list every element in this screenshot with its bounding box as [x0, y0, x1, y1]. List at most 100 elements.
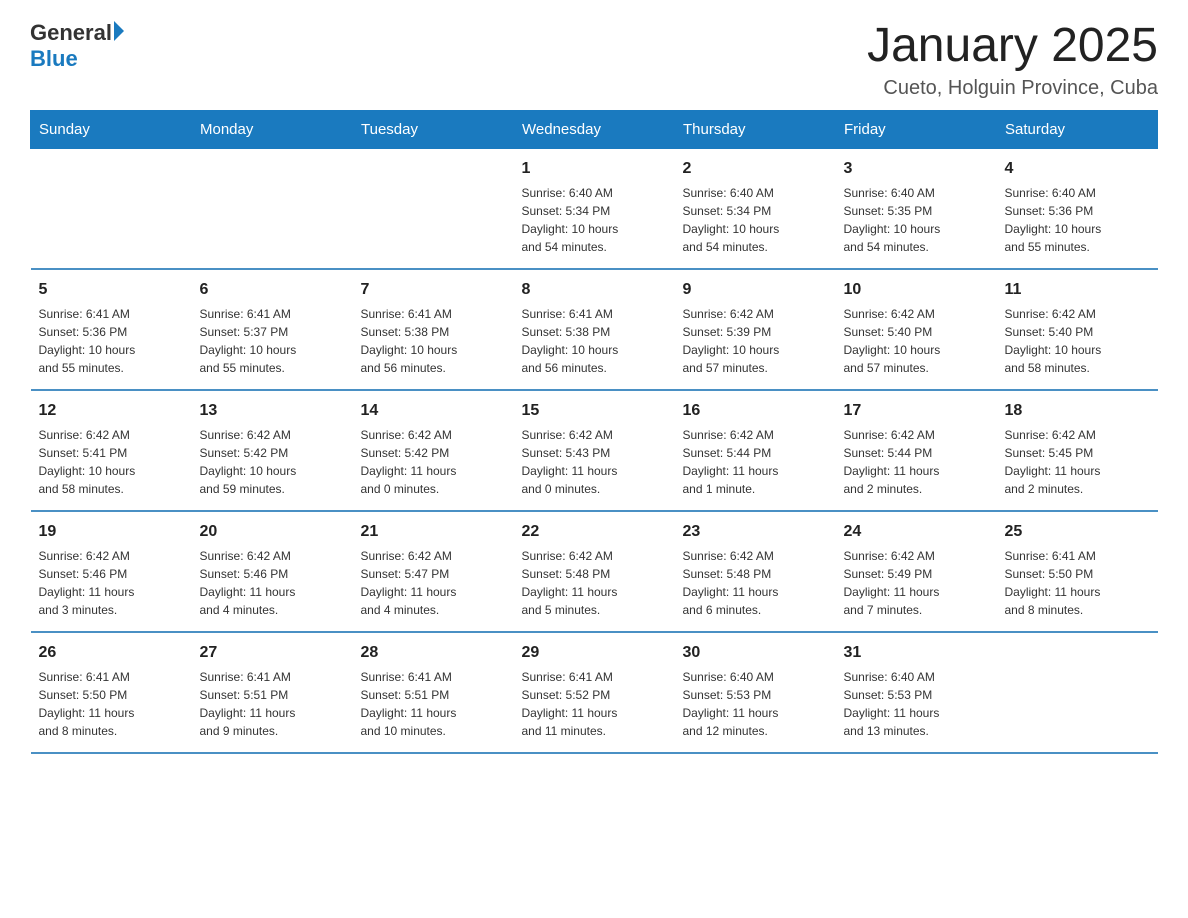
- calendar-day-cell: 19 Sunrise: 6:42 AM Sunset: 5:46 PM Dayli…: [31, 511, 192, 632]
- calendar-table: SundayMondayTuesdayWednesdayThursdayFrid…: [30, 110, 1158, 754]
- day-number: 18: [1005, 399, 1150, 423]
- calendar-day-cell: 31Sunrise: 6:40 AM Sunset: 5:53 PM Dayli…: [836, 632, 997, 753]
- day-info: Sunrise: 6:42 AM Sunset: 5:39 PM Dayligh…: [683, 305, 828, 377]
- day-number: 12: [39, 399, 184, 423]
- calendar-day-cell: 11Sunrise: 6:42 AM Sunset: 5:40 PM Dayli…: [997, 269, 1158, 390]
- calendar-body: 1 Sunrise: 6:40 AM Sunset: 5:34 PM Daylig…: [31, 148, 1158, 753]
- calendar-day-cell: 4 Sunrise: 6:40 AM Sunset: 5:36 PM Daylig…: [997, 148, 1158, 269]
- day-number: 16: [683, 399, 828, 423]
- day-number: 30: [683, 641, 828, 665]
- calendar-day-cell: 28 Sunrise: 6:41 AM Sunset: 5:51 PM Dayli…: [353, 632, 514, 753]
- day-number: 15: [522, 399, 667, 423]
- day-number: 23: [683, 520, 828, 544]
- day-info: Sunrise: 6:42 AM Sunset: 5:41 PM Dayligh…: [39, 426, 184, 498]
- day-number: 5: [39, 278, 184, 302]
- day-of-week-header: Thursday: [675, 110, 836, 148]
- day-number: 19: [39, 520, 184, 544]
- day-number: 2: [683, 157, 828, 181]
- calendar-day-cell: 17 Sunrise: 6:42 AM Sunset: 5:44 PM Dayli…: [836, 390, 997, 511]
- day-info: Sunrise: 6:42 AM Sunset: 5:42 PM Dayligh…: [200, 426, 345, 498]
- calendar-day-cell: [997, 632, 1158, 753]
- calendar-day-cell: 24Sunrise: 6:42 AM Sunset: 5:49 PM Dayli…: [836, 511, 997, 632]
- calendar-day-cell: 6Sunrise: 6:41 AM Sunset: 5:37 PM Daylig…: [192, 269, 353, 390]
- day-of-week-header: Wednesday: [514, 110, 675, 148]
- calendar-day-cell: [31, 148, 192, 269]
- day-info: Sunrise: 6:41 AM Sunset: 5:51 PM Dayligh…: [200, 668, 345, 740]
- calendar-day-cell: [192, 148, 353, 269]
- day-of-week-header: Monday: [192, 110, 353, 148]
- calendar-week-row: 1 Sunrise: 6:40 AM Sunset: 5:34 PM Daylig…: [31, 148, 1158, 269]
- calendar-day-cell: 22 Sunrise: 6:42 AM Sunset: 5:48 PM Dayli…: [514, 511, 675, 632]
- day-of-week-header: Tuesday: [353, 110, 514, 148]
- day-number: 17: [844, 399, 989, 423]
- day-info: Sunrise: 6:41 AM Sunset: 5:38 PM Dayligh…: [361, 305, 506, 377]
- day-info: Sunrise: 6:42 AM Sunset: 5:48 PM Dayligh…: [683, 547, 828, 619]
- page-title: January 2025: [867, 20, 1158, 73]
- calendar-day-cell: [353, 148, 514, 269]
- day-number: 11: [1005, 278, 1150, 302]
- day-number: 21: [361, 520, 506, 544]
- day-info: Sunrise: 6:42 AM Sunset: 5:42 PM Dayligh…: [361, 426, 506, 498]
- day-number: 9: [683, 278, 828, 302]
- day-info: Sunrise: 6:42 AM Sunset: 5:44 PM Dayligh…: [683, 426, 828, 498]
- calendar-day-cell: 14Sunrise: 6:42 AM Sunset: 5:42 PM Dayli…: [353, 390, 514, 511]
- day-info: Sunrise: 6:41 AM Sunset: 5:36 PM Dayligh…: [39, 305, 184, 377]
- calendar-day-cell: 26Sunrise: 6:41 AM Sunset: 5:50 PM Dayli…: [31, 632, 192, 753]
- day-info: Sunrise: 6:42 AM Sunset: 5:48 PM Dayligh…: [522, 547, 667, 619]
- days-of-week-row: SundayMondayTuesdayWednesdayThursdayFrid…: [31, 110, 1158, 148]
- day-info: Sunrise: 6:40 AM Sunset: 5:53 PM Dayligh…: [683, 668, 828, 740]
- day-number: 24: [844, 520, 989, 544]
- day-info: Sunrise: 6:42 AM Sunset: 5:44 PM Dayligh…: [844, 426, 989, 498]
- page-header: General Blue January 2025 Cueto, Holguin…: [30, 20, 1158, 100]
- day-info: Sunrise: 6:41 AM Sunset: 5:52 PM Dayligh…: [522, 668, 667, 740]
- day-number: 20: [200, 520, 345, 544]
- calendar-day-cell: 29 Sunrise: 6:41 AM Sunset: 5:52 PM Dayli…: [514, 632, 675, 753]
- day-number: 28: [361, 641, 506, 665]
- day-of-week-header: Friday: [836, 110, 997, 148]
- day-number: 7: [361, 278, 506, 302]
- calendar-day-cell: 23 Sunrise: 6:42 AM Sunset: 5:48 PM Dayli…: [675, 511, 836, 632]
- day-number: 25: [1005, 520, 1150, 544]
- day-number: 8: [522, 278, 667, 302]
- logo-blue-text: Blue: [30, 46, 78, 71]
- calendar-day-cell: 25 Sunrise: 6:41 AM Sunset: 5:50 PM Dayli…: [997, 511, 1158, 632]
- day-of-week-header: Saturday: [997, 110, 1158, 148]
- day-of-week-header: Sunday: [31, 110, 192, 148]
- day-number: 13: [200, 399, 345, 423]
- day-info: Sunrise: 6:41 AM Sunset: 5:51 PM Dayligh…: [361, 668, 506, 740]
- calendar-week-row: 5 Sunrise: 6:41 AM Sunset: 5:36 PM Daylig…: [31, 269, 1158, 390]
- day-info: Sunrise: 6:40 AM Sunset: 5:35 PM Dayligh…: [844, 184, 989, 256]
- day-number: 6: [200, 278, 345, 302]
- day-info: Sunrise: 6:40 AM Sunset: 5:34 PM Dayligh…: [522, 184, 667, 256]
- calendar-week-row: 12 Sunrise: 6:42 AM Sunset: 5:41 PM Dayli…: [31, 390, 1158, 511]
- calendar-day-cell: 8Sunrise: 6:41 AM Sunset: 5:38 PM Daylig…: [514, 269, 675, 390]
- day-info: Sunrise: 6:42 AM Sunset: 5:40 PM Dayligh…: [844, 305, 989, 377]
- calendar-day-cell: 21 Sunrise: 6:42 AM Sunset: 5:47 PM Dayli…: [353, 511, 514, 632]
- calendar-day-cell: 5 Sunrise: 6:41 AM Sunset: 5:36 PM Daylig…: [31, 269, 192, 390]
- calendar-day-cell: 13 Sunrise: 6:42 AM Sunset: 5:42 PM Dayli…: [192, 390, 353, 511]
- calendar-day-cell: 9 Sunrise: 6:42 AM Sunset: 5:39 PM Daylig…: [675, 269, 836, 390]
- logo-arrow-icon: [114, 21, 124, 41]
- calendar-week-row: 19 Sunrise: 6:42 AM Sunset: 5:46 PM Dayli…: [31, 511, 1158, 632]
- logo: General Blue: [30, 20, 124, 72]
- day-number: 29: [522, 641, 667, 665]
- calendar-day-cell: 2 Sunrise: 6:40 AM Sunset: 5:34 PM Daylig…: [675, 148, 836, 269]
- day-number: 4: [1005, 157, 1150, 181]
- day-number: 27: [200, 641, 345, 665]
- day-info: Sunrise: 6:41 AM Sunset: 5:50 PM Dayligh…: [1005, 547, 1150, 619]
- page-subtitle: Cueto, Holguin Province, Cuba: [867, 77, 1158, 100]
- day-info: Sunrise: 6:40 AM Sunset: 5:34 PM Dayligh…: [683, 184, 828, 256]
- day-info: Sunrise: 6:42 AM Sunset: 5:46 PM Dayligh…: [39, 547, 184, 619]
- day-info: Sunrise: 6:42 AM Sunset: 5:46 PM Dayligh…: [200, 547, 345, 619]
- calendar-day-cell: 30 Sunrise: 6:40 AM Sunset: 5:53 PM Dayli…: [675, 632, 836, 753]
- day-info: Sunrise: 6:40 AM Sunset: 5:36 PM Dayligh…: [1005, 184, 1150, 256]
- calendar-day-cell: 27 Sunrise: 6:41 AM Sunset: 5:51 PM Dayli…: [192, 632, 353, 753]
- logo-general-text: General: [30, 20, 112, 46]
- calendar-week-row: 26Sunrise: 6:41 AM Sunset: 5:50 PM Dayli…: [31, 632, 1158, 753]
- day-number: 3: [844, 157, 989, 181]
- day-info: Sunrise: 6:40 AM Sunset: 5:53 PM Dayligh…: [844, 668, 989, 740]
- day-number: 22: [522, 520, 667, 544]
- day-number: 1: [522, 157, 667, 181]
- day-info: Sunrise: 6:41 AM Sunset: 5:50 PM Dayligh…: [39, 668, 184, 740]
- day-info: Sunrise: 6:42 AM Sunset: 5:47 PM Dayligh…: [361, 547, 506, 619]
